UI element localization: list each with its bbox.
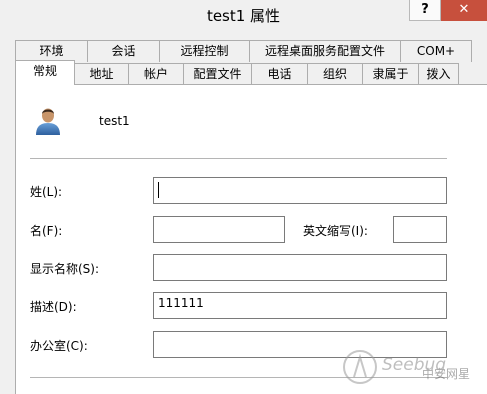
tab-address[interactable]: 地址 xyxy=(74,63,129,85)
tab-sessions[interactable]: 会话 xyxy=(87,40,160,62)
tab-rds-profile[interactable]: 远程桌面服务配置文件 xyxy=(249,40,401,62)
tab-general[interactable]: 常规 xyxy=(15,60,75,85)
username-display: test1 xyxy=(99,114,130,128)
tab-environment[interactable]: 环境 xyxy=(15,40,88,62)
tab-profile[interactable]: 配置文件 xyxy=(183,63,252,85)
help-button[interactable]: ? xyxy=(409,0,441,21)
initials-label: 英文缩写(I): xyxy=(303,224,368,238)
watermark: Seebug 中安网星 xyxy=(338,345,478,390)
display-name-label: 显示名称(S): xyxy=(30,262,100,276)
tab-strip: 环境 会话 远程控制 远程桌面服务配置文件 COM+ 常规 地址 帐户 配置文件… xyxy=(0,40,487,86)
tab-account[interactable]: 帐户 xyxy=(128,63,184,85)
display-name-input[interactable] xyxy=(153,254,447,281)
text-caret xyxy=(158,182,159,198)
last-name-label: 姓(L): xyxy=(30,185,63,199)
separator-top xyxy=(30,158,447,159)
watermark-cn: 中安网星 xyxy=(422,367,471,381)
description-input[interactable]: 111111 xyxy=(153,292,447,319)
initials-input[interactable] xyxy=(393,216,447,243)
user-icon xyxy=(36,108,60,135)
first-name-input[interactable] xyxy=(153,216,285,243)
watermark-logo-icon xyxy=(343,350,377,384)
tab-dial-in[interactable]: 拨入 xyxy=(418,63,459,85)
tab-organization[interactable]: 组织 xyxy=(307,63,363,85)
tab-com-plus[interactable]: COM+ xyxy=(400,40,472,62)
description-label: 描述(D): xyxy=(30,300,77,314)
title-bar: test1 属性 ? ✕ xyxy=(0,0,487,32)
last-name-input[interactable] xyxy=(153,177,447,204)
tab-telephones[interactable]: 电话 xyxy=(251,63,308,85)
office-label: 办公室(C): xyxy=(30,339,88,353)
first-name-label: 名(F): xyxy=(30,224,63,238)
close-button[interactable]: ✕ xyxy=(441,0,487,21)
tab-member-of[interactable]: 隶属于 xyxy=(362,63,419,85)
tab-remote-control[interactable]: 远程控制 xyxy=(159,40,250,62)
